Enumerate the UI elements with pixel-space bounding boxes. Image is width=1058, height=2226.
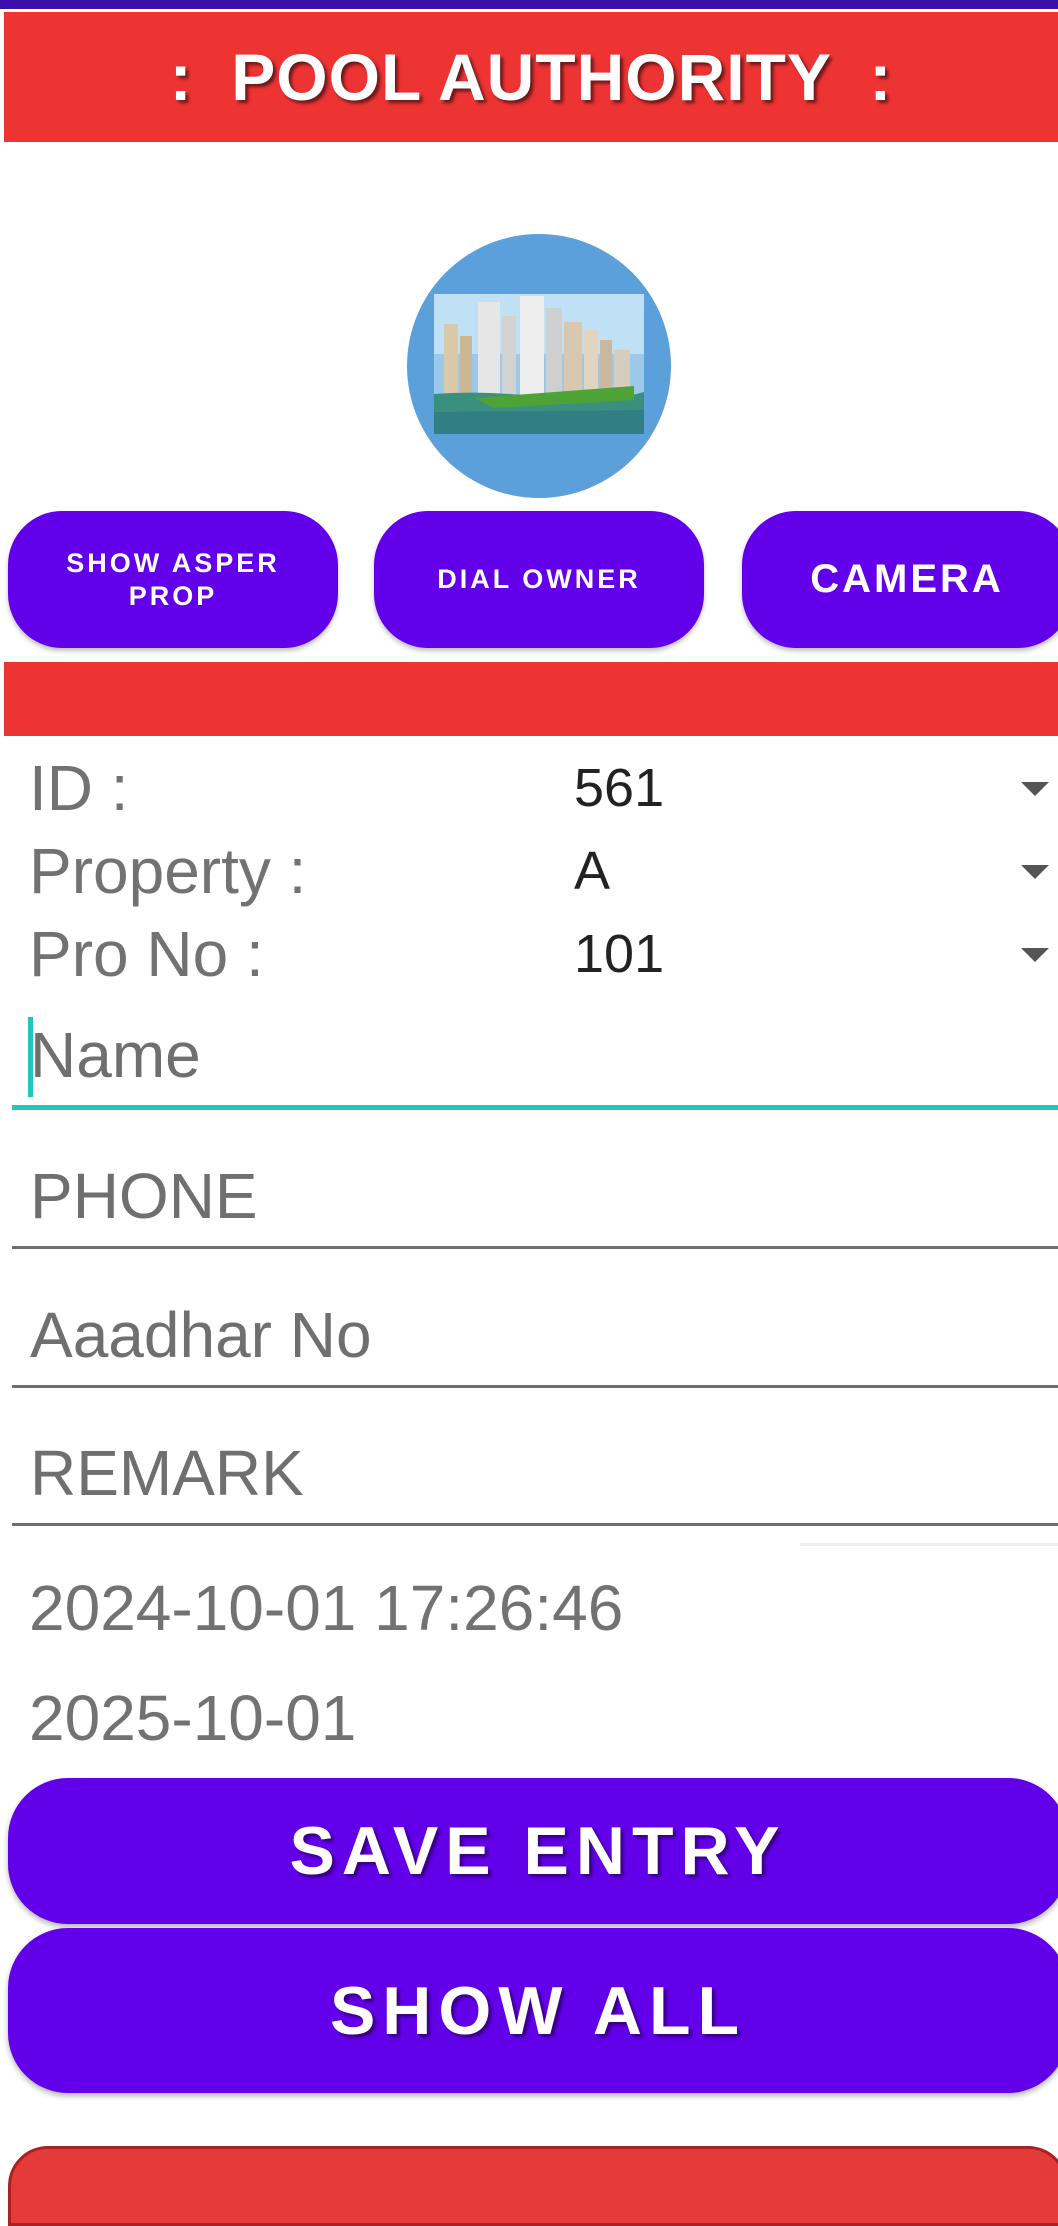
save-entry-button[interactable]: SAVE ENTRY bbox=[8, 1778, 1058, 1924]
divider bbox=[800, 1543, 1058, 1546]
caret-down-icon[interactable] bbox=[1021, 948, 1049, 962]
page-title: : POOL AUTHORITY : bbox=[169, 40, 893, 114]
pro-no-select-value[interactable]: 101 bbox=[574, 914, 664, 994]
property-avatar[interactable] bbox=[407, 234, 671, 498]
phone-field[interactable]: PHONE bbox=[12, 1139, 1058, 1249]
app-header: : POOL AUTHORITY : bbox=[4, 12, 1058, 142]
show-all-button[interactable]: SHOW ALL bbox=[8, 1928, 1058, 2093]
name-field[interactable]: Name bbox=[12, 1000, 1058, 1110]
dial-owner-button[interactable]: DIAL OWNER bbox=[374, 511, 704, 648]
phone-placeholder: PHONE bbox=[30, 1160, 258, 1232]
camera-button[interactable]: CAMERA bbox=[742, 511, 1058, 648]
property-label: Property : bbox=[29, 835, 307, 907]
id-row[interactable]: ID : 561 bbox=[29, 748, 1054, 828]
entry-datetime: 2024-10-01 17:26:46 bbox=[29, 1572, 624, 1644]
bottom-button-partial[interactable] bbox=[8, 2146, 1058, 2226]
pro-no-row[interactable]: Pro No : 101 bbox=[29, 914, 1054, 994]
name-placeholder: Name bbox=[30, 1019, 201, 1091]
expiry-date: 2025-10-01 bbox=[29, 1682, 357, 1754]
show-asper-prop-button[interactable]: SHOW ASPER PROP bbox=[8, 511, 338, 648]
pro-no-label: Pro No : bbox=[29, 918, 264, 990]
aadhar-placeholder: Aaadhar No bbox=[30, 1299, 372, 1371]
caret-down-icon[interactable] bbox=[1021, 865, 1049, 879]
status-bar-strip bbox=[0, 0, 1058, 9]
city-skyline-image bbox=[434, 294, 644, 434]
caret-down-icon[interactable] bbox=[1021, 782, 1049, 796]
remark-placeholder: REMARK bbox=[30, 1437, 304, 1509]
id-select-value[interactable]: 561 bbox=[574, 748, 664, 828]
property-select-value[interactable]: A bbox=[574, 831, 610, 911]
id-label: ID : bbox=[29, 752, 129, 824]
divider-band bbox=[4, 662, 1058, 736]
remark-field[interactable]: REMARK bbox=[12, 1416, 1058, 1526]
property-row[interactable]: Property : A bbox=[29, 831, 1054, 911]
aadhar-field[interactable]: Aaadhar No bbox=[12, 1278, 1058, 1388]
